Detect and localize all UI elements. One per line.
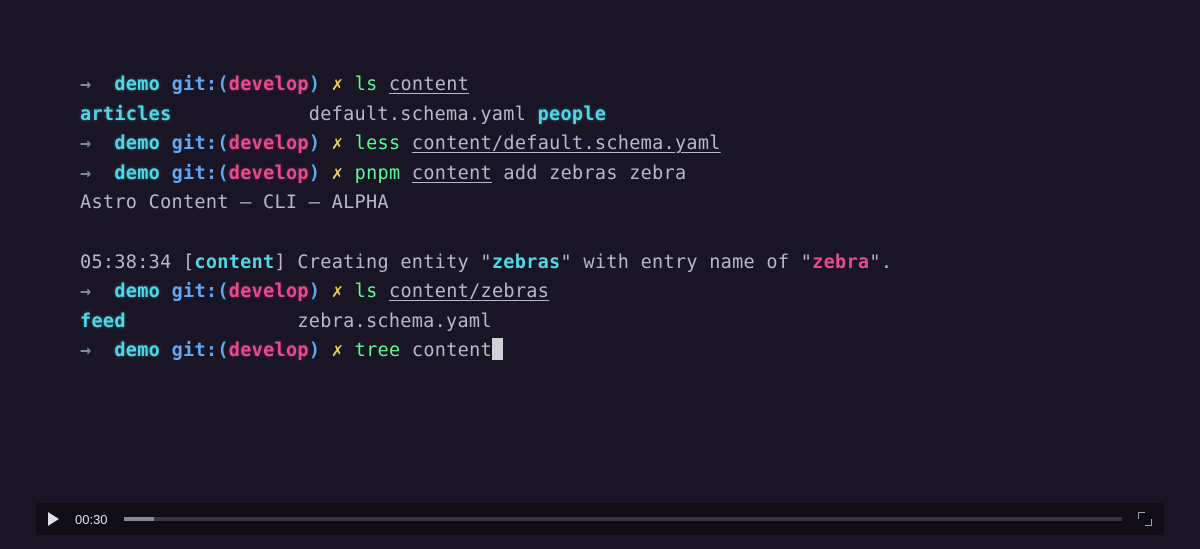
paren-open: ( (217, 74, 228, 95)
prompt-arrow: → (80, 74, 91, 95)
log-line: 05:38:34 [content] Creating entity "zebr… (80, 248, 1120, 278)
ls-dir: people (538, 104, 607, 125)
cursor-icon (492, 338, 503, 360)
ls-dir: feed (80, 311, 126, 332)
git-branch: develop (229, 74, 309, 95)
output-line-1: articles default.schema.yaml people (80, 100, 1120, 130)
command: tree (355, 340, 401, 361)
command: ls (355, 281, 378, 302)
progress-bar[interactable] (124, 517, 1122, 521)
command: less (355, 133, 401, 154)
output-line-3: feed zebra.schema.yaml (80, 307, 1120, 337)
prompt-line-3: → demo git:(develop) ✗ pnpm content add … (80, 159, 1120, 189)
paren-close: ) (309, 74, 320, 95)
command-arg: content (389, 74, 469, 95)
prompt-folder: demo (114, 74, 160, 95)
blank-line (80, 218, 1120, 248)
prompt-line-1: → demo git:(develop) ✗ ls content (80, 70, 1120, 100)
video-controls: 00:30 (36, 503, 1164, 535)
prompt-line-4: → demo git:(develop) ✗ ls content/zebras (80, 277, 1120, 307)
ls-file: zebra.schema.yaml (297, 311, 491, 332)
play-button[interactable] (48, 512, 59, 526)
command-arg: content (400, 340, 492, 361)
prompt-line-2: → demo git:(develop) ✗ less content/defa… (80, 129, 1120, 159)
command-arg: content/zebras (389, 281, 549, 302)
command-arg: add zebras zebra (492, 163, 686, 184)
command: ls (355, 74, 378, 95)
command: pnpm (355, 163, 401, 184)
timestamp: 05:38:34 (80, 252, 183, 273)
ls-dir: articles (80, 104, 172, 125)
command-arg: content (412, 163, 492, 184)
git-label: git: (172, 74, 218, 95)
dirty-mark: ✗ (332, 74, 343, 95)
ls-file: default.schema.yaml (309, 104, 526, 125)
entity-name: zebras (492, 252, 561, 273)
progress-fill (124, 517, 154, 521)
video-time: 00:30 (75, 512, 108, 527)
terminal-output: → demo git:(develop) ✗ ls content articl… (0, 0, 1200, 366)
command-arg: content/default.schema.yaml (412, 133, 721, 154)
log-tag: content (194, 252, 274, 273)
fullscreen-button[interactable] (1138, 512, 1152, 526)
prompt-line-5: → demo git:(develop) ✗ tree content (80, 336, 1120, 366)
output-line-2: Astro Content — CLI — ALPHA (80, 188, 1120, 218)
entry-name: zebra (812, 252, 869, 273)
